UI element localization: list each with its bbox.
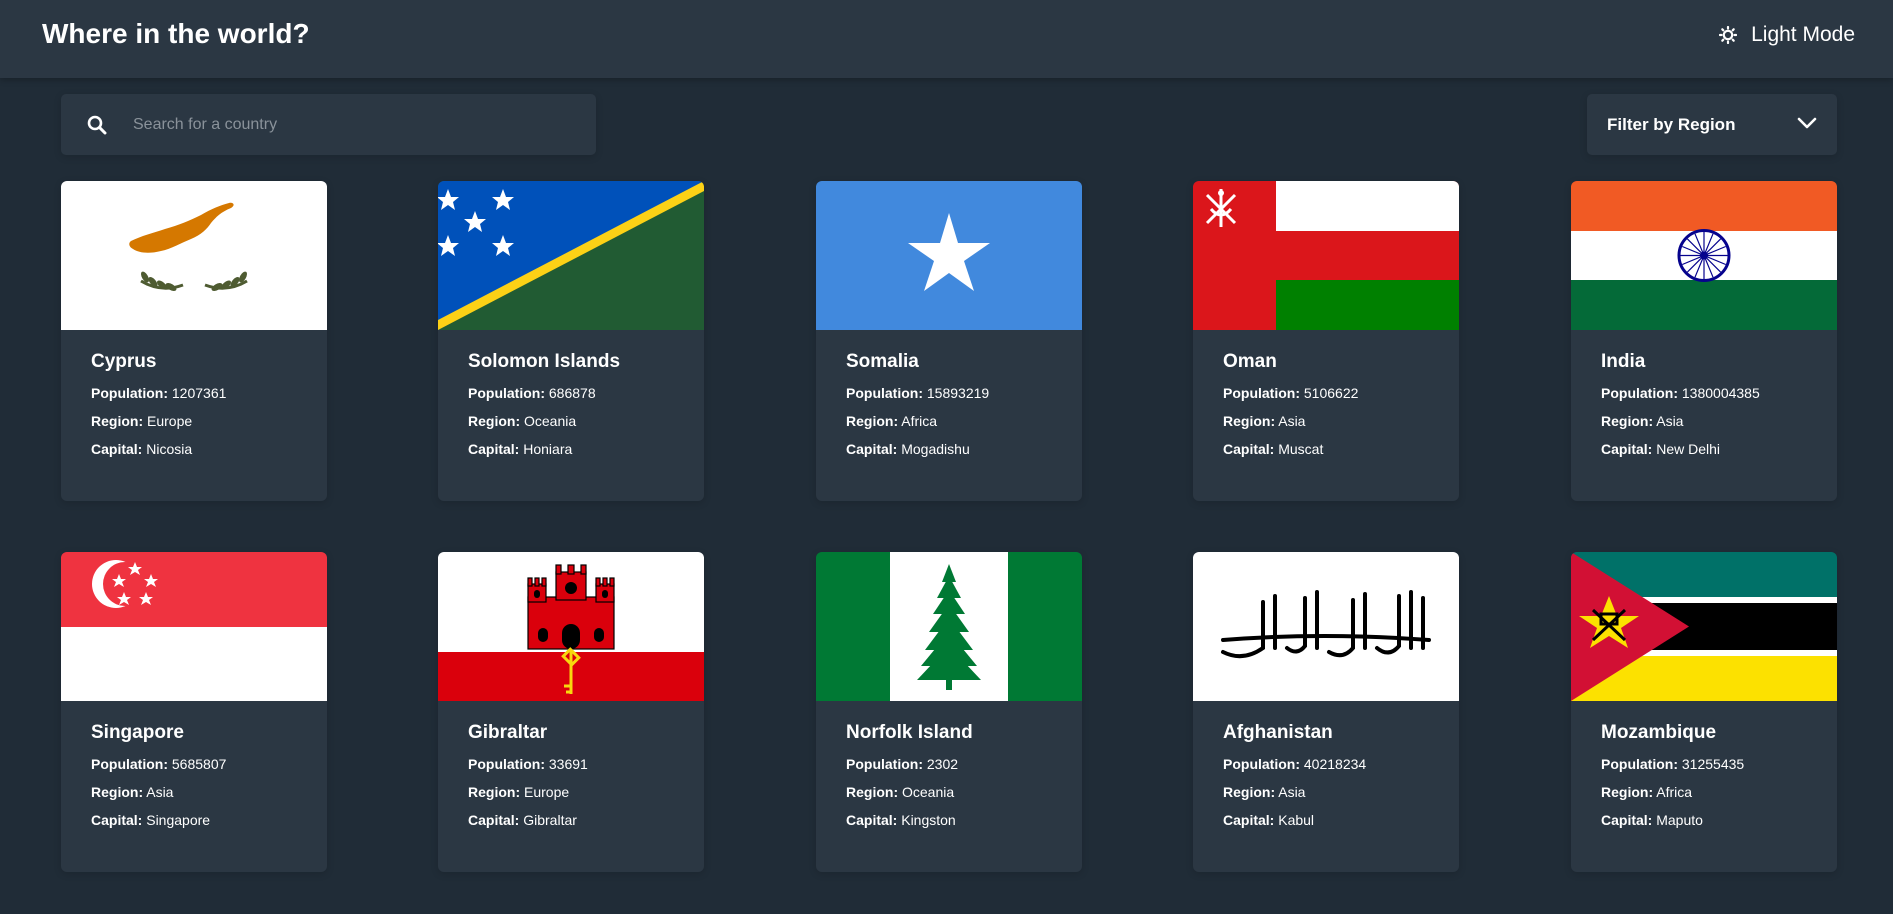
country-card-gibraltar[interactable]: Gibraltar Population: 33691 Region: Euro… [438, 552, 704, 872]
solomon-islands-flag [438, 181, 704, 330]
country-name: Singapore [91, 722, 184, 743]
region-stat: Region: Europe [468, 784, 570, 800]
region-stat: Region: Asia [1601, 413, 1684, 429]
capital-stat: Capital: New Delhi [1601, 441, 1721, 457]
population-stat: Population: 40218234 [1223, 756, 1367, 772]
capital-stat: Capital: Kingston [846, 812, 956, 828]
country-name: Gibraltar [468, 722, 548, 743]
region-stat: Region: Africa [846, 413, 938, 429]
theme-toggle-button[interactable]: Light Mode [1719, 20, 1855, 50]
country-name: Norfolk Island [846, 722, 973, 743]
capital-stat: Capital: Singapore [91, 812, 211, 828]
chevron-down-icon [1797, 115, 1817, 135]
country-name: Afghanistan [1223, 722, 1333, 743]
search-box[interactable] [61, 94, 596, 155]
top-bar: Where in the world? Light Mode [0, 0, 1893, 78]
population-stat: Population: 5685807 [91, 756, 227, 772]
country-name: Cyprus [91, 351, 157, 372]
country-card-norfolk-island[interactable]: Norfolk Island Population: 2302 Region: … [816, 552, 1082, 872]
country-card-singapore[interactable]: Singapore Population: 5685807 Region: As… [61, 552, 327, 872]
region-filter-label: Filter by Region [1607, 114, 1736, 134]
region-stat: Region: Asia [1223, 784, 1306, 800]
population-stat: Population: 33691 [468, 756, 588, 772]
country-name: Mozambique [1601, 722, 1717, 743]
country-name: Somalia [846, 351, 919, 372]
afghanistan-flag [1193, 552, 1459, 701]
india-flag [1571, 181, 1837, 330]
capital-stat: Capital: Kabul [1223, 812, 1315, 828]
app-title: Where in the world? [42, 18, 310, 49]
capital-stat: Capital: Gibraltar [468, 812, 577, 828]
region-stat: Region: Europe [91, 413, 193, 429]
country-card-mozambique[interactable]: Mozambique Population: 31255435 Region: … [1571, 552, 1837, 872]
search-icon [85, 113, 109, 137]
capital-stat: Capital: Nicosia [91, 441, 193, 457]
country-name: India [1601, 351, 1646, 372]
country-card-oman[interactable]: Oman Population: 5106622 Region: Asia Ca… [1193, 181, 1459, 501]
country-card-somalia[interactable]: Somalia Population: 15893219 Region: Afr… [816, 181, 1082, 501]
country-card-india[interactable]: India Population: 1380004385 Region: Asi… [1571, 181, 1837, 501]
norfolk-island-flag [816, 552, 1082, 701]
region-stat: Region: Oceania [468, 413, 577, 429]
oman-flag [1193, 181, 1459, 330]
sun-icon [1719, 26, 1738, 44]
region-stat: Region: Oceania [846, 784, 955, 800]
somalia-flag [816, 181, 1082, 330]
country-name: Solomon Islands [468, 351, 621, 372]
capital-stat: Capital: Honiara [468, 441, 573, 457]
gibraltar-flag [438, 552, 704, 701]
mozambique-flag [1571, 552, 1837, 701]
region-stat: Region: Asia [1223, 413, 1306, 429]
population-stat: Population: 2302 [846, 756, 959, 772]
country-card-afghanistan[interactable]: Afghanistan Population: 40218234 Region:… [1193, 552, 1459, 872]
singapore-flag [61, 552, 327, 701]
population-stat: Population: 1207361 [91, 385, 227, 401]
search-input[interactable] [131, 114, 575, 135]
population-stat: Population: 686878 [468, 385, 596, 401]
region-stat: Region: Africa [1601, 784, 1693, 800]
capital-stat: Capital: Maputo [1601, 812, 1703, 828]
region-filter-dropdown[interactable]: Filter by Region [1587, 94, 1837, 155]
capital-stat: Capital: Muscat [1223, 441, 1324, 457]
population-stat: Population: 31255435 [1601, 756, 1745, 772]
country-card-solomon-islands[interactable]: Solomon Islands Population: 686878 Regio… [438, 181, 704, 501]
population-stat: Population: 1380004385 [1601, 385, 1760, 401]
country-card-cyprus[interactable]: Cyprus Population: 1207361 Region: Europ… [61, 181, 327, 501]
region-stat: Region: Asia [91, 784, 174, 800]
theme-toggle-label: Light Mode [1751, 23, 1855, 46]
country-name: Oman [1223, 351, 1277, 372]
cyprus-flag [61, 181, 327, 330]
capital-stat: Capital: Mogadishu [846, 441, 970, 457]
population-stat: Population: 5106622 [1223, 385, 1359, 401]
population-stat: Population: 15893219 [846, 385, 990, 401]
